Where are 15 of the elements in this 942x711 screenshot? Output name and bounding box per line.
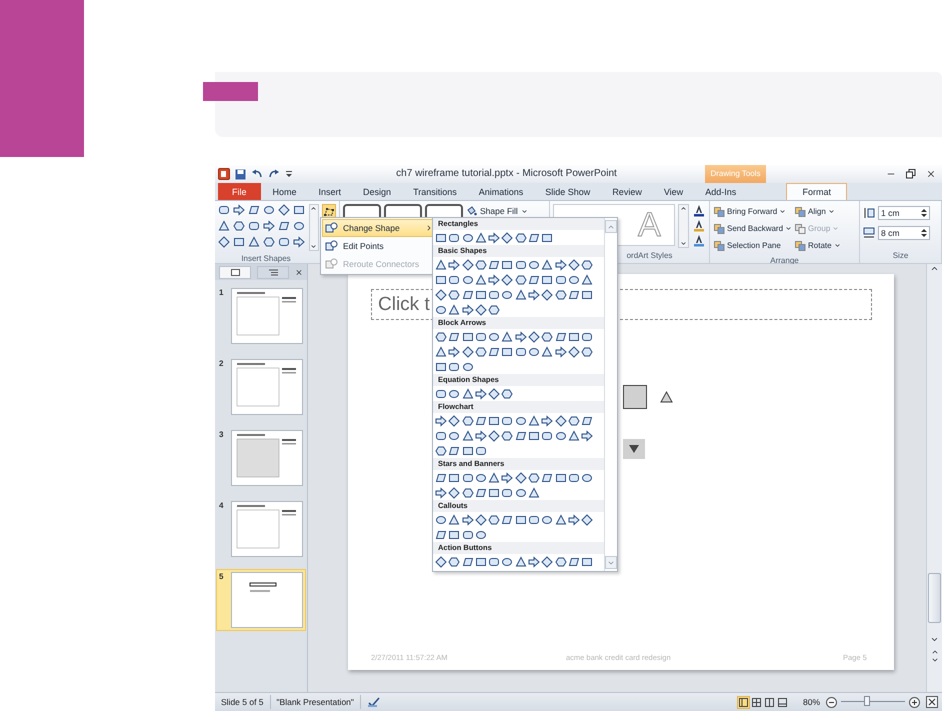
group-label: Size	[892, 251, 910, 262]
group-label: Insert Shapes	[240, 254, 292, 263]
group-label: Arrange	[769, 256, 800, 265]
context-tab-group-label: Drawing Tools	[705, 165, 766, 183]
slide-number: 5	[219, 572, 224, 583]
slide-counter: Slide 5 of 5	[215, 695, 271, 709]
group-label: ordArt Styles	[626, 251, 674, 262]
placeholder-text: Click t	[378, 294, 430, 315]
slide-number: 2	[219, 359, 224, 370]
zoom-level: 80%	[802, 696, 821, 709]
slide-number: 3	[219, 430, 224, 441]
slide-number: 1	[219, 288, 224, 299]
theme-name: "Blank Presentation"	[270, 695, 361, 709]
slide-number: 4	[219, 501, 224, 512]
window-title: ch7 wireframe tutorial.pptx - Microsoft PowerPoint	[395, 167, 618, 181]
